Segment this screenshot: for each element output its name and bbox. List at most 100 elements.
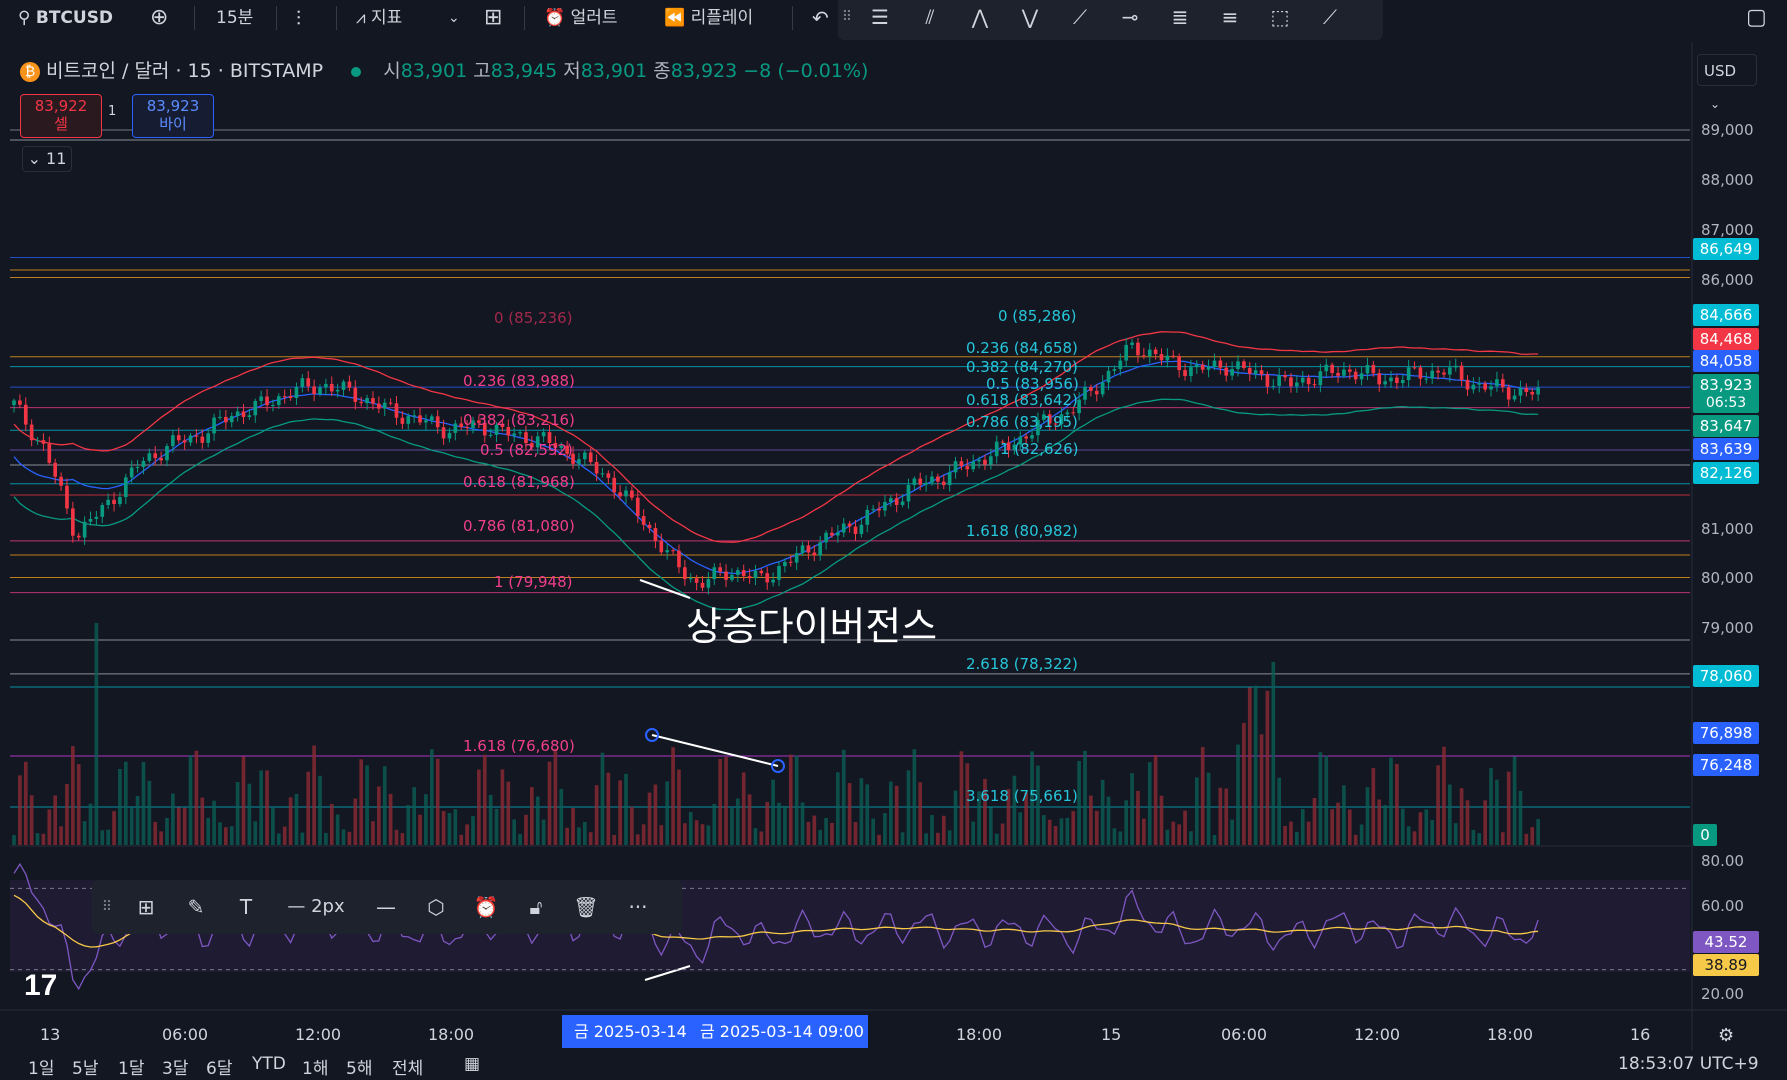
high-value: 83,945 xyxy=(490,60,558,82)
range-5d[interactable]: 5날 xyxy=(72,1054,98,1079)
candle-body xyxy=(377,403,381,409)
volume-bar xyxy=(359,759,364,845)
range-1y[interactable]: 1해 xyxy=(302,1054,328,1079)
more-icon[interactable]: ··· xyxy=(618,880,658,934)
volume-bar xyxy=(1159,795,1164,845)
candle-body xyxy=(441,427,446,439)
trash-icon[interactable]: 🗑︎ xyxy=(566,880,606,934)
low-label: 저 xyxy=(563,60,581,82)
currency-select[interactable]: USD ⌄ xyxy=(1697,54,1757,111)
volume-bar xyxy=(106,829,110,845)
volume-bar xyxy=(1353,834,1358,845)
candle-body xyxy=(153,453,158,459)
line-width-button[interactable]: — 2px xyxy=(276,880,356,934)
volume-bar xyxy=(730,807,734,845)
candle-body xyxy=(741,570,746,577)
fib-label: 0.236 (84,658) xyxy=(966,339,1078,357)
add-alert-icon[interactable]: ⏰ xyxy=(466,880,506,934)
volume-bar xyxy=(1383,805,1387,845)
volume-bar xyxy=(471,816,475,845)
volume-bar xyxy=(1100,779,1105,845)
candle-body xyxy=(371,398,375,404)
candle-body xyxy=(1030,435,1034,439)
divergence-line-volume xyxy=(651,734,779,767)
volume-bar xyxy=(635,834,640,845)
candle-body xyxy=(912,478,917,485)
range-6m[interactable]: 6달 xyxy=(206,1054,232,1079)
candle-body xyxy=(382,402,387,409)
candle-body xyxy=(1118,360,1123,370)
candle-body xyxy=(677,550,681,568)
volume-bar xyxy=(594,785,599,845)
candle-body xyxy=(453,423,458,433)
candle-body xyxy=(1342,369,1346,376)
rsi-axis-tick: 60.00 xyxy=(1701,897,1744,915)
candle-body xyxy=(788,561,793,563)
volume-bar xyxy=(153,821,158,845)
divergence-annotation[interactable]: 상승다이버전스 xyxy=(686,596,937,652)
volume-bar xyxy=(1483,800,1487,845)
volume-bar xyxy=(12,835,16,845)
volume-bar xyxy=(206,817,211,845)
candle-body xyxy=(1089,386,1093,391)
axis-tick: 89,000 xyxy=(1701,121,1754,139)
volume-bar xyxy=(1289,821,1293,845)
range-1m[interactable]: 1달 xyxy=(118,1054,144,1079)
range-ytd[interactable]: YTD xyxy=(252,1054,286,1074)
candle-body xyxy=(730,574,734,580)
volume-bar xyxy=(112,811,116,845)
volume-bar xyxy=(335,814,340,845)
volume-bar xyxy=(777,802,781,845)
text-color-icon[interactable]: T xyxy=(226,880,266,934)
range-3m[interactable]: 3달 xyxy=(162,1054,188,1079)
calendar-icon[interactable]: ▦ xyxy=(464,1054,480,1074)
sell-button[interactable]: 83,922 셀 xyxy=(20,94,102,138)
volume-bar xyxy=(1147,762,1152,845)
price-tag: 83,639 xyxy=(1693,438,1759,460)
volume-bar xyxy=(859,778,864,845)
drag-handle-icon[interactable]: ⠿ xyxy=(98,880,116,934)
line-color-icon[interactable]: ✎ xyxy=(176,880,216,934)
buy-price: 83,923 xyxy=(146,97,200,115)
candle-body xyxy=(123,477,128,498)
range-1d[interactable]: 1일 xyxy=(28,1054,54,1079)
volume-bar xyxy=(677,769,681,845)
range-all[interactable]: 전체 xyxy=(392,1054,423,1079)
volume-bar xyxy=(394,829,399,845)
price-tag: 84,666 xyxy=(1693,304,1759,326)
candle-body xyxy=(806,545,811,553)
candle-body xyxy=(1306,377,1311,385)
candle-body xyxy=(541,432,546,437)
buy-button[interactable]: 83,923 바이 xyxy=(132,94,214,138)
candle-body xyxy=(400,417,405,424)
candle-body xyxy=(1142,355,1146,357)
candle-body xyxy=(688,578,693,580)
candle-body xyxy=(1365,364,1370,374)
volume-bar xyxy=(812,815,817,845)
candle-body xyxy=(818,542,823,556)
volume-bar xyxy=(47,809,52,845)
axis-tick: 80,000 xyxy=(1701,569,1754,587)
candle-body xyxy=(335,389,340,392)
axis-settings-icon[interactable]: ⚙ xyxy=(1718,1025,1734,1046)
fib-label: 0.5 (82,592) xyxy=(480,441,573,459)
candle-body xyxy=(971,461,976,470)
time-tick: 18:00 xyxy=(428,1025,475,1044)
candle-body xyxy=(288,396,293,398)
candle-body xyxy=(312,386,316,395)
line-style-icon[interactable]: — xyxy=(366,880,406,934)
object-tree-icon[interactable]: ⊞ xyxy=(126,880,166,934)
candle-body xyxy=(977,459,981,462)
range-5y[interactable]: 5해 xyxy=(346,1054,372,1079)
volume-bar xyxy=(1112,828,1117,845)
volume-bar xyxy=(559,788,564,845)
candle-body xyxy=(783,561,787,567)
volume-bar xyxy=(853,821,858,845)
candle-body xyxy=(488,434,493,436)
volume-bar xyxy=(123,761,128,845)
indicators-collapse-button[interactable]: ⌄ 11 xyxy=(22,146,72,172)
lock-icon[interactable]: 🔓︎ xyxy=(516,880,556,934)
settings-hex-icon[interactable]: ⬡ xyxy=(416,880,456,934)
clock-readout[interactable]: 18:53:07 UTC+9 xyxy=(1618,1054,1759,1074)
symbol-title[interactable]: 비트코인 / 달러 · 15 · BITSTAMP xyxy=(46,60,323,82)
